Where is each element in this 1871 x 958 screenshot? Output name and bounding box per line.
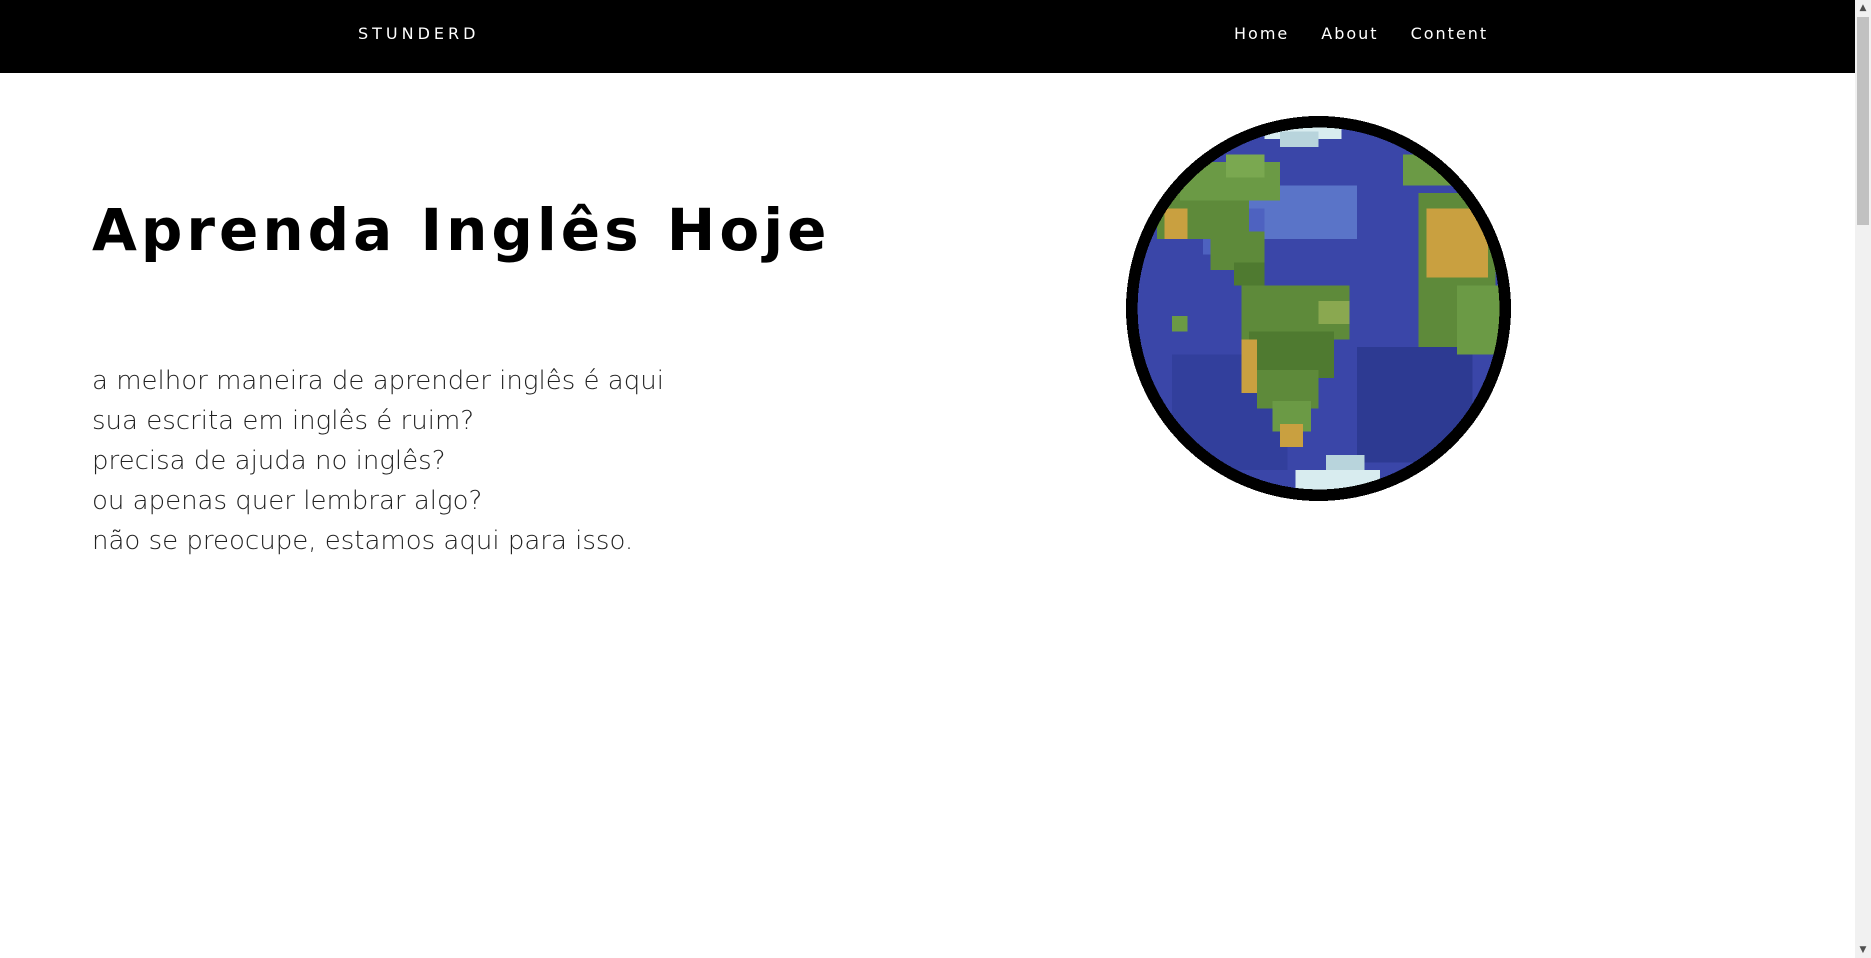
hero-description: a melhor maneira de aprender inglês é aq…	[92, 361, 664, 561]
hero-line: sua escrita em inglês é ruim?	[92, 406, 475, 436]
page: STUNDERD Home About Content Aprenda Ingl…	[0, 0, 1871, 958]
nav-link-home[interactable]: Home	[1234, 24, 1289, 43]
hero-title: Aprenda Inglês Hoje	[92, 196, 831, 264]
chevron-up-icon[interactable]: ▲	[1855, 0, 1871, 16]
brand-logo-text[interactable]: STUNDERD	[358, 24, 479, 43]
chevron-down-icon[interactable]: ▼	[1855, 942, 1871, 958]
hero-line: precisa de ajuda no inglês?	[92, 446, 446, 476]
nav-link-about[interactable]: About	[1321, 24, 1378, 43]
scrollbar-thumb[interactable]	[1857, 17, 1869, 225]
hero-line: a melhor maneira de aprender inglês é aq…	[92, 366, 664, 396]
hero-line: não se preocupe, estamos aqui para isso.	[92, 526, 634, 556]
nav-link-content[interactable]: Content	[1411, 24, 1489, 43]
top-navbar: STUNDERD Home About Content	[0, 0, 1855, 73]
hero-line: ou apenas quer lembrar algo?	[92, 486, 483, 516]
main-nav: Home About Content	[1234, 24, 1488, 43]
earth-globe-icon	[1126, 116, 1511, 501]
vertical-scrollbar[interactable]: ▲ ▼	[1855, 0, 1871, 958]
